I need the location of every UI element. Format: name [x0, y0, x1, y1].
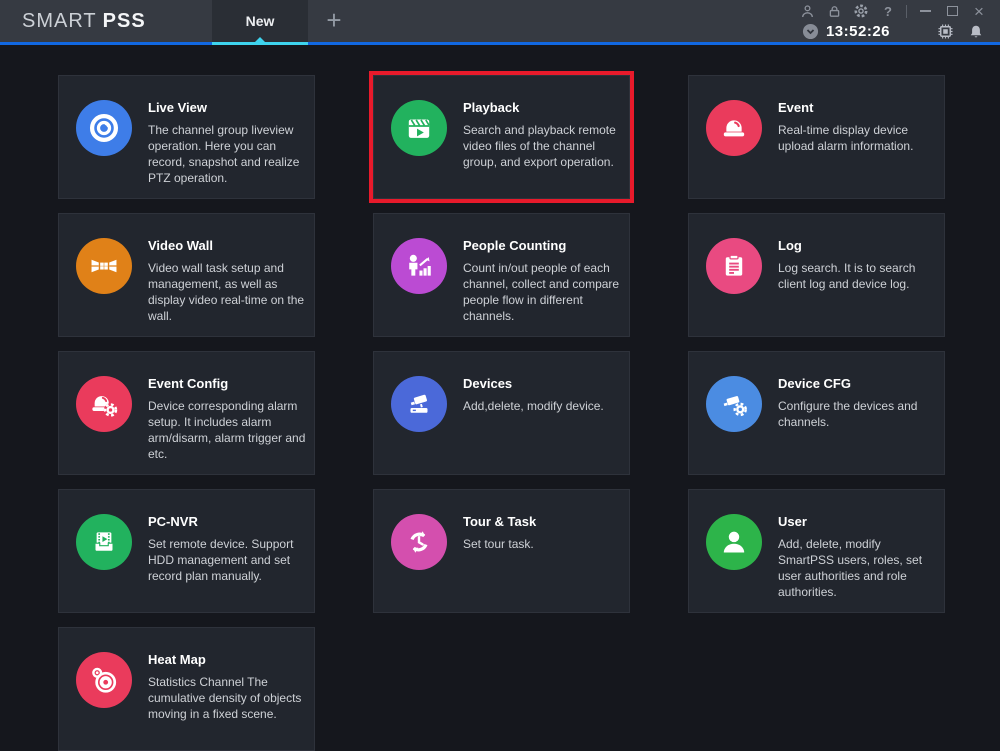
tile-description: Video wall task setup and management, as…	[148, 260, 308, 324]
user-icon	[706, 514, 762, 570]
tile-description: Add, delete, modify SmartPSS users, role…	[778, 536, 938, 600]
tile-tour-task[interactable]: Tour & Task Set tour task.	[373, 489, 630, 613]
tile-description: Set tour task.	[463, 536, 623, 552]
camera-gear-icon	[706, 376, 762, 432]
tile-title: Heat Map	[148, 652, 206, 667]
clock-time: 13:52:26	[826, 23, 890, 40]
siren-gear-icon	[76, 376, 132, 432]
tile-user[interactable]: User Add, delete, modify SmartPSS users,…	[688, 489, 945, 613]
tile-people-counting[interactable]: People Counting Count in/out people of e…	[373, 213, 630, 337]
minimize-icon[interactable]	[916, 1, 934, 21]
app-logo: SMART PSS	[22, 0, 146, 42]
tile-event-config[interactable]: Event Config Device corresponding alarm …	[58, 351, 315, 475]
tile-title: PC-NVR	[148, 514, 198, 529]
tile-heat-map[interactable]: Heat Map Statistics Channel The cumulati…	[58, 627, 315, 751]
tile-title: People Counting	[463, 238, 566, 253]
heatmap-icon	[76, 652, 132, 708]
tile-title: Live View	[148, 100, 207, 115]
tile-title: User	[778, 514, 807, 529]
tile-video-wall[interactable]: Video Wall Video wall task setup and man…	[58, 213, 315, 337]
people-counting-icon	[391, 238, 447, 294]
tile-title: Tour & Task	[463, 514, 536, 529]
siren-icon	[706, 100, 762, 156]
clipboard-icon	[706, 238, 762, 294]
lens-icon	[76, 100, 132, 156]
tile-event[interactable]: Event Real-time display device upload al…	[688, 75, 945, 199]
tile-title: Playback	[463, 100, 519, 115]
tile-title: Devices	[463, 376, 512, 391]
header-accent-line	[0, 42, 1000, 45]
add-tab-button[interactable]: +	[316, 0, 352, 42]
tile-playback[interactable]: Playback Search and playback remote vide…	[373, 75, 630, 199]
title-bar: SMART PSS New + ? × 13:52:26	[0, 0, 1000, 42]
device-chip-icon[interactable]	[936, 22, 955, 41]
tile-title: Event	[778, 100, 813, 115]
film-tray-icon	[76, 514, 132, 570]
tile-description: Set remote device. Support HDD managemen…	[148, 536, 308, 584]
tile-live-view[interactable]: Live View The channel group liveview ope…	[58, 75, 315, 199]
tile-description: Add,delete, modify device.	[463, 398, 623, 414]
tile-description: Log search. It is to search client log a…	[778, 260, 938, 292]
video-wall-icon	[76, 238, 132, 294]
window-controls-divider	[906, 5, 907, 18]
tab-new[interactable]: New	[212, 0, 308, 42]
tab-new-label: New	[246, 13, 275, 29]
tile-title: Log	[778, 238, 802, 253]
tile-description: Device corresponding alarm setup. It inc…	[148, 398, 308, 462]
tile-title: Device CFG	[778, 376, 851, 391]
tile-description: Statistics Channel The cumulative densit…	[148, 674, 308, 722]
maximize-icon[interactable]	[943, 1, 961, 21]
alarm-bell-icon[interactable]	[968, 24, 984, 40]
lock-icon[interactable]	[825, 1, 843, 21]
user-account-icon[interactable]	[798, 1, 816, 21]
logo-pss: PSS	[103, 10, 146, 32]
close-icon[interactable]: ×	[970, 1, 988, 21]
tile-pc-nvr[interactable]: PC-NVR Set remote device. Support HDD ma…	[58, 489, 315, 613]
tile-description: Search and playback remote video files o…	[463, 122, 623, 170]
tile-devices[interactable]: Devices Add,delete, modify device.	[373, 351, 630, 475]
tile-description: Count in/out people of each channel, col…	[463, 260, 623, 324]
help-icon[interactable]: ?	[879, 1, 897, 21]
tile-description: Real-time display device upload alarm in…	[778, 122, 938, 154]
tile-title: Event Config	[148, 376, 228, 391]
logo-smart: SMART	[22, 10, 97, 32]
clock-sync-icon[interactable]	[802, 23, 819, 40]
tile-title: Video Wall	[148, 238, 213, 253]
tile-log[interactable]: Log Log search. It is to search client l…	[688, 213, 945, 337]
gear-icon[interactable]	[852, 1, 870, 21]
status-row: 13:52:26	[802, 21, 984, 42]
tour-icon	[391, 514, 447, 570]
active-tab-indicator	[212, 42, 308, 45]
tile-grid: Live View The channel group liveview ope…	[58, 75, 942, 751]
clapperboard-icon	[391, 100, 447, 156]
camera-device-icon	[391, 376, 447, 432]
tile-description: The channel group liveview operation. He…	[148, 122, 308, 186]
tile-description: Configure the devices and channels.	[778, 398, 938, 430]
window-controls: ? ×	[798, 0, 988, 22]
tile-device-cfg[interactable]: Device CFG Configure the devices and cha…	[688, 351, 945, 475]
